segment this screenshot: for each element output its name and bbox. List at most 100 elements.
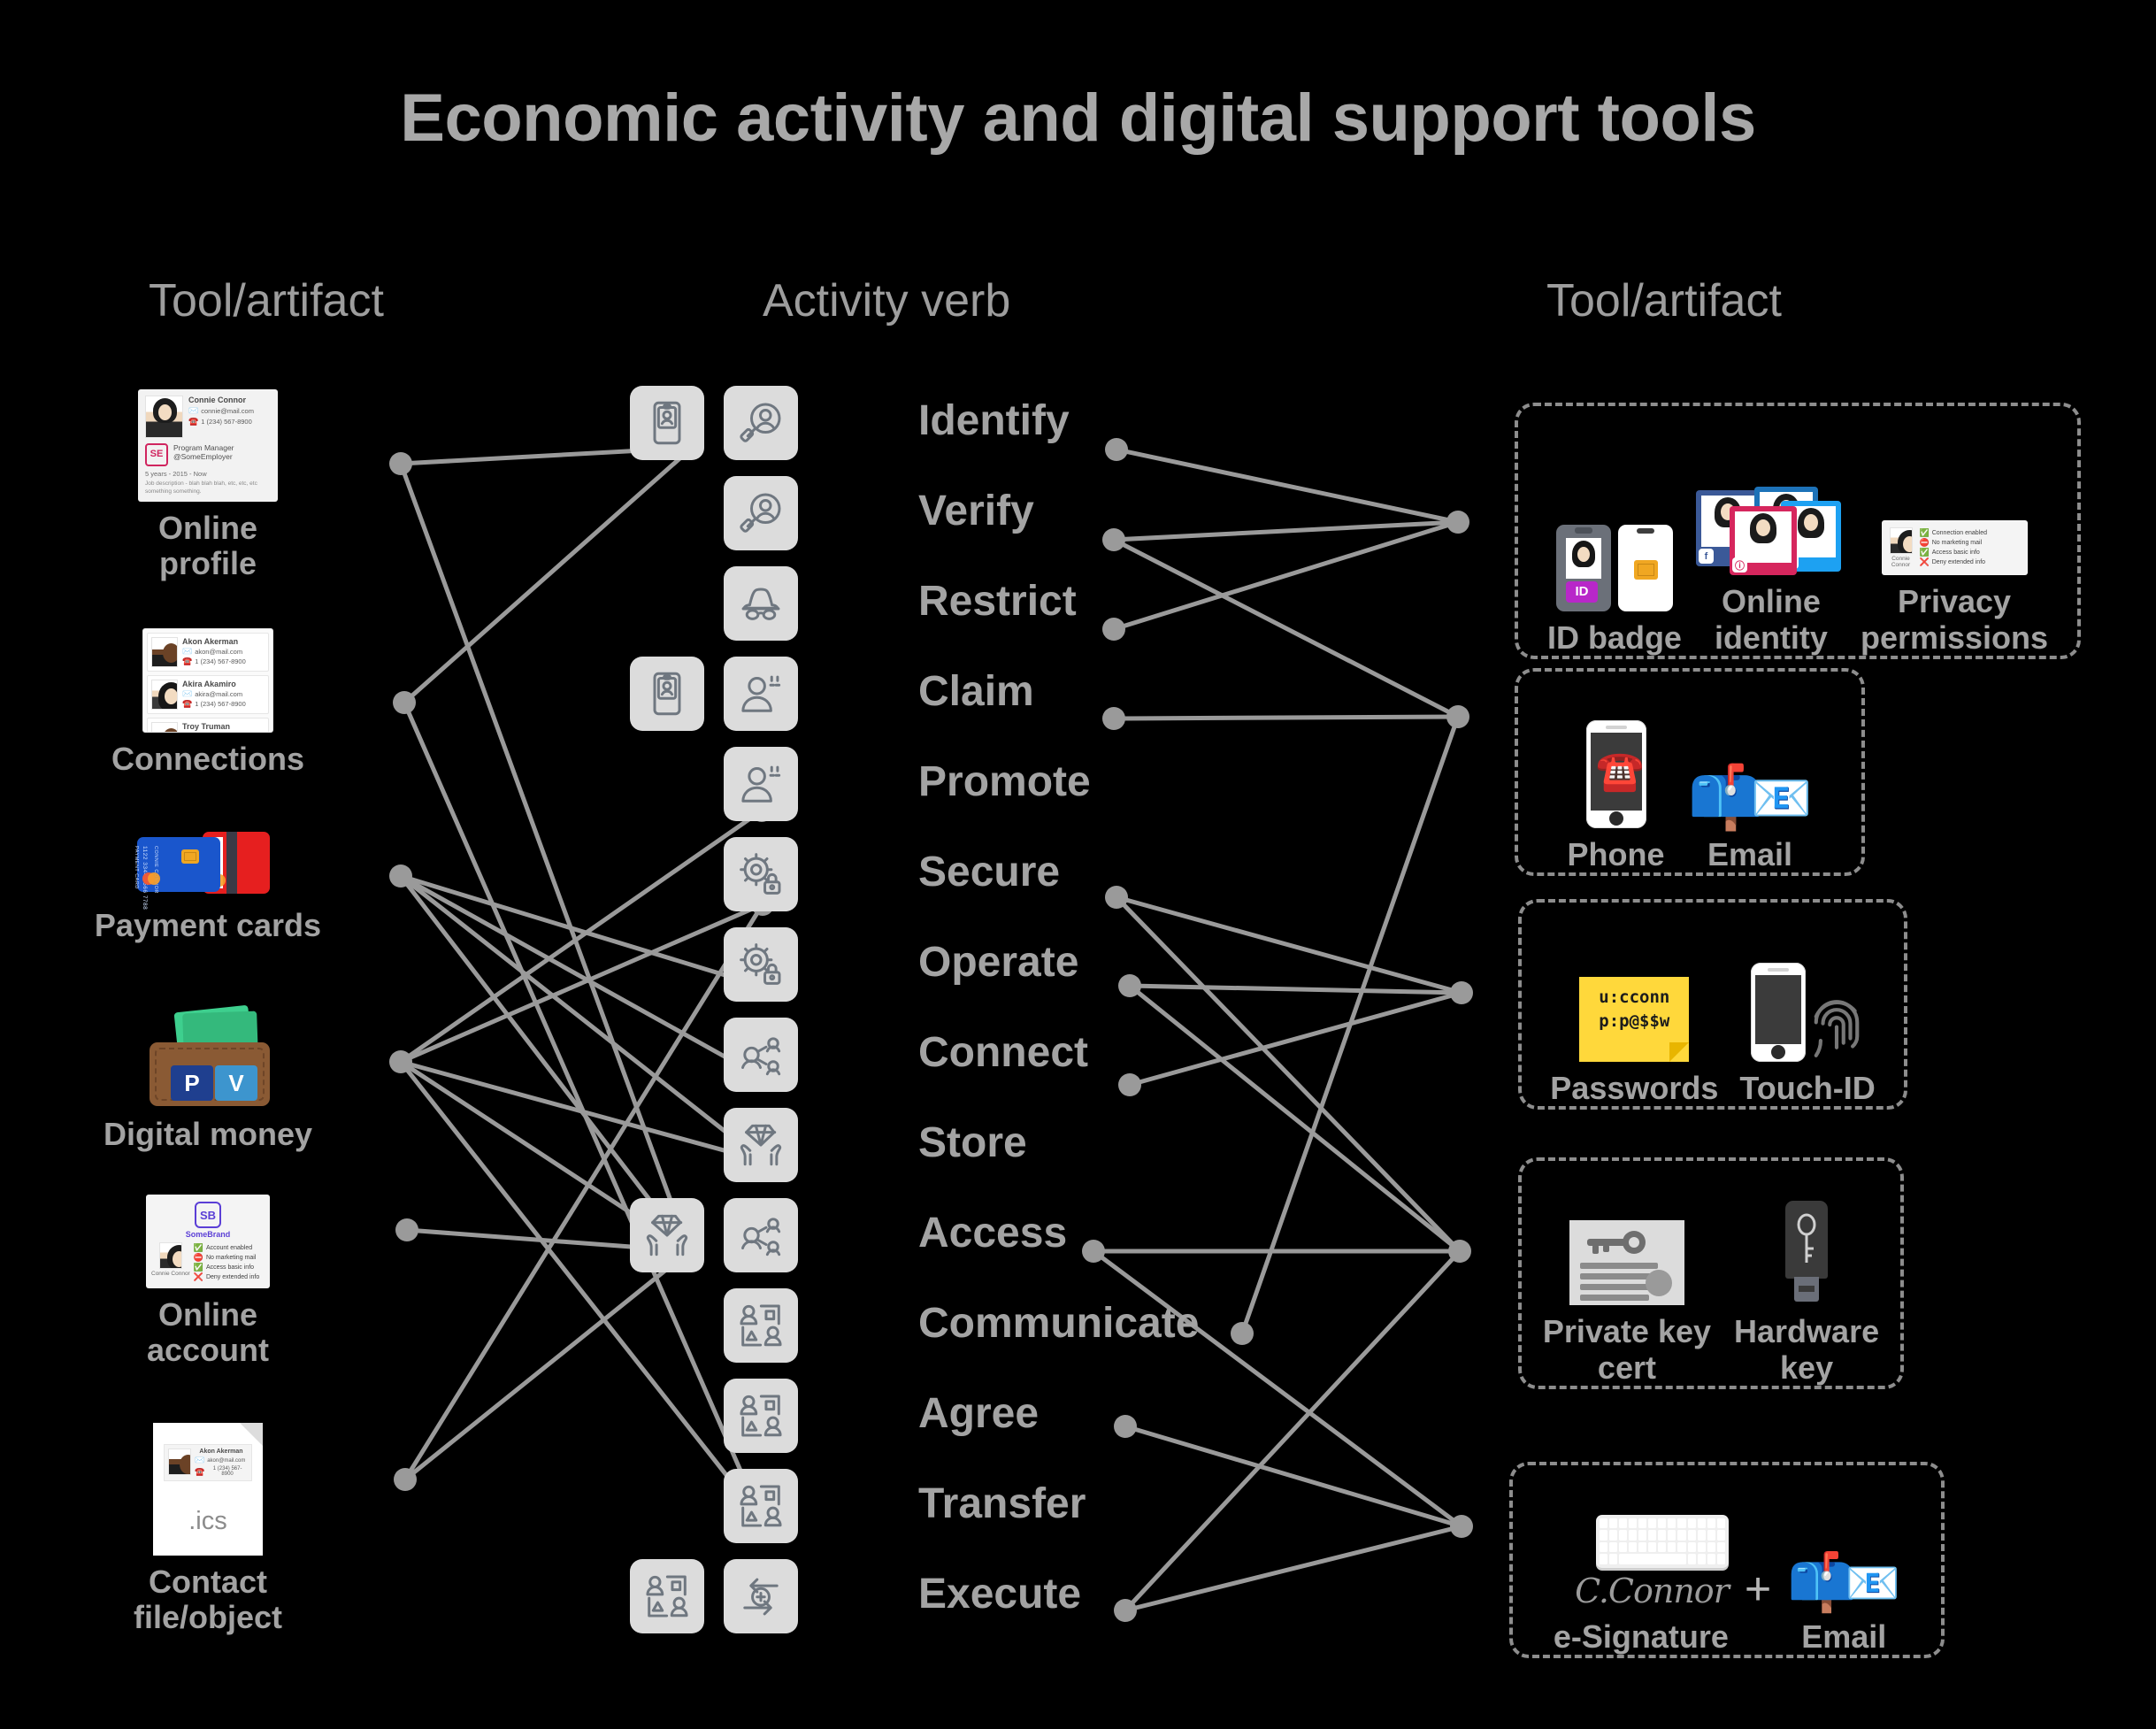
right-item-touch-id[interactable]: Touch-ID (1739, 962, 1876, 1106)
verb-row-communicate[interactable] (724, 1288, 798, 1363)
connection-line (402, 701, 765, 1523)
verb-label-identify: Identify (918, 397, 1070, 444)
contact-name: Troy Truman (182, 722, 231, 731)
profile-description: Job description - blah blah blah, etc, e… (145, 480, 257, 495)
people-documents-icon (630, 1559, 704, 1633)
graph-node-L5[interactable] (395, 1218, 418, 1241)
avatar (151, 637, 178, 667)
verb-row-execute[interactable] (630, 1559, 798, 1633)
graph-node-R1[interactable] (1446, 511, 1469, 534)
account-card-art: SB SomeBrand Connie Connor ✅ Account enab… (62, 1195, 354, 1288)
envelope-icon: 📧 (1750, 769, 1813, 826)
verb-row-promote[interactable] (724, 747, 798, 821)
graph-node-R4[interactable] (1448, 1240, 1471, 1263)
left-artifact-label: Digital money (103, 1116, 313, 1152)
sticky-note-icon: u:cconn p:p@$$w (1579, 976, 1690, 1062)
permission-text: Deny extended info (205, 1274, 260, 1280)
graph-node-L4[interactable] (389, 1050, 412, 1073)
fingerprint-icon (1814, 999, 1860, 1057)
graph-node-MR3[interactable] (1102, 618, 1125, 641)
graph-node-MR11[interactable] (1114, 1599, 1137, 1622)
verb-row-connect[interactable] (724, 1018, 798, 1092)
left-artifact-label: Contact file/object (133, 1564, 283, 1636)
people-network-icon (724, 1018, 798, 1092)
graph-node-MR6[interactable] (1118, 974, 1141, 997)
verb-row-claim[interactable] (630, 657, 798, 731)
graph-node-R5[interactable] (1450, 1515, 1473, 1538)
graph-node-MR2[interactable] (1102, 528, 1125, 551)
connection-line (1115, 895, 1462, 1253)
group-signature: C.Connor e-Signature + 📫 📧 Email (1509, 1462, 1945, 1658)
connection-line (399, 808, 763, 1064)
profile-role: Program Manager (173, 443, 234, 452)
connection-line (1239, 716, 1461, 1334)
graph-node-L1[interactable] (389, 452, 412, 475)
graph-node-R2[interactable] (1446, 705, 1469, 728)
left-artifact-label: Connections (111, 741, 304, 777)
avatar (151, 722, 178, 732)
permission-text: Access basic info (205, 1264, 255, 1271)
verb-label-connect: Connect (918, 1029, 1088, 1076)
right-item-online-identity[interactable]: f ➤ ⓘ Onlineidentity (1695, 487, 1846, 656)
left-artifact-connections[interactable]: Akon Akerman ✉️ akon@mail.com ☎️ 1 (234) 5… (62, 628, 354, 777)
verb-row-secure[interactable] (724, 837, 798, 911)
graph-node-MR10[interactable] (1114, 1415, 1137, 1438)
group-key: Private key cert Hardware key (1518, 1157, 1904, 1389)
graph-node-MR5[interactable] (1105, 886, 1128, 909)
connection-line (1116, 895, 1462, 995)
graph-node-MR4[interactable] (1102, 707, 1125, 730)
contact-email: akira@mail.com (195, 690, 243, 698)
right-item-private-key-cert[interactable]: Private key cert (1543, 1220, 1711, 1386)
connection-line (399, 873, 764, 1080)
right-item-id-badge[interactable]: ID ID badge (1547, 524, 1682, 656)
telephone-icon: ☎️ (1595, 749, 1645, 793)
group-identity: ID ID badge f ➤ ⓘ Onlineidentity (1515, 403, 2081, 659)
graph-node-MR1[interactable] (1105, 438, 1128, 461)
left-artifact-contact-file[interactable]: Akon Akerman ✉️ akon@mail.com ☎️ 1 (234) 5… (62, 1423, 354, 1636)
right-item-passwords[interactable]: u:cconn p:p@$$w Passwords (1550, 976, 1718, 1106)
right-item-e-signature[interactable]: C.Connor e-Signature (1554, 1514, 1730, 1655)
graph-node-R3[interactable] (1450, 981, 1473, 1004)
verb-label-store: Store (918, 1119, 1027, 1166)
telephone-icon: ☎️ (182, 699, 193, 708)
plus-joiner: + (1744, 1564, 1772, 1615)
left-artifact-online-account[interactable]: SB SomeBrand Connie Connor ✅ Account enab… (62, 1195, 354, 1369)
left-artifact-payment-cards[interactable]: PAYMENT CARD 1122 3344 5566 7788 CONNIE … (62, 832, 354, 943)
people-documents-icon (724, 1469, 798, 1543)
graph-node-MR8[interactable] (1082, 1240, 1105, 1263)
signature-text: C.Connor (1575, 1571, 1730, 1610)
verb-row-identify[interactable] (630, 386, 798, 460)
envelope-icon: ✉️ (195, 1456, 205, 1464)
verb-row-store[interactable] (724, 1108, 798, 1182)
verb-label-secure: Secure (918, 849, 1061, 895)
graph-node-MR7[interactable] (1118, 1073, 1141, 1096)
right-item-privacy-permissions[interactable]: Connie Connor ✅ Connection enabled ⛔ No ma… (1861, 520, 2048, 656)
graph-node-MR9[interactable] (1231, 1322, 1254, 1345)
right-item-hardware-key[interactable]: Hardware key (1734, 1201, 1879, 1386)
verb-row-agree[interactable] (724, 1379, 798, 1453)
check-icon: ✅ (1919, 548, 1930, 557)
connection-line (1128, 984, 1462, 1253)
right-item-email[interactable]: 📫 📧 Email (1688, 766, 1813, 872)
verb-row-access[interactable] (630, 1198, 798, 1272)
left-artifact-label: Online account (146, 1296, 270, 1369)
connection-line (399, 874, 764, 1163)
verb-row-transfer[interactable] (724, 1469, 798, 1543)
profile-card: Connie Connor ✉️ connie@mail.com ☎️ 1 (234… (138, 389, 278, 502)
payment-cards-art: PAYMENT CARD 1122 3344 5566 7788 CONNIE … (62, 832, 354, 910)
graph-node-L3[interactable] (389, 864, 412, 888)
connection-line (1113, 519, 1459, 632)
left-artifact-online-profile[interactable]: Connie Connor ✉️ connie@mail.com ☎️ 1 (234… (62, 389, 354, 581)
right-item-phone[interactable]: ☎️ Phone (1568, 719, 1665, 872)
verb-row-restrict[interactable] (724, 566, 798, 641)
connections-card-art: Akon Akerman ✉️ akon@mail.com ☎️ 1 (234) 5… (62, 628, 354, 733)
right-item-email-2[interactable]: 📫 📧 Email (1787, 1554, 1900, 1655)
verb-row-verify[interactable] (724, 476, 798, 550)
account-user: Connie Connor (151, 1271, 190, 1277)
left-artifact-digital-money[interactable]: P V Digital money (62, 1004, 354, 1152)
page-title: Economic activity and digital support to… (400, 81, 1756, 156)
graph-node-L6[interactable] (394, 1468, 417, 1491)
verb-row-operate[interactable] (724, 927, 798, 1002)
graph-node-L2[interactable] (393, 691, 416, 714)
employer-logo: SE (145, 443, 168, 466)
